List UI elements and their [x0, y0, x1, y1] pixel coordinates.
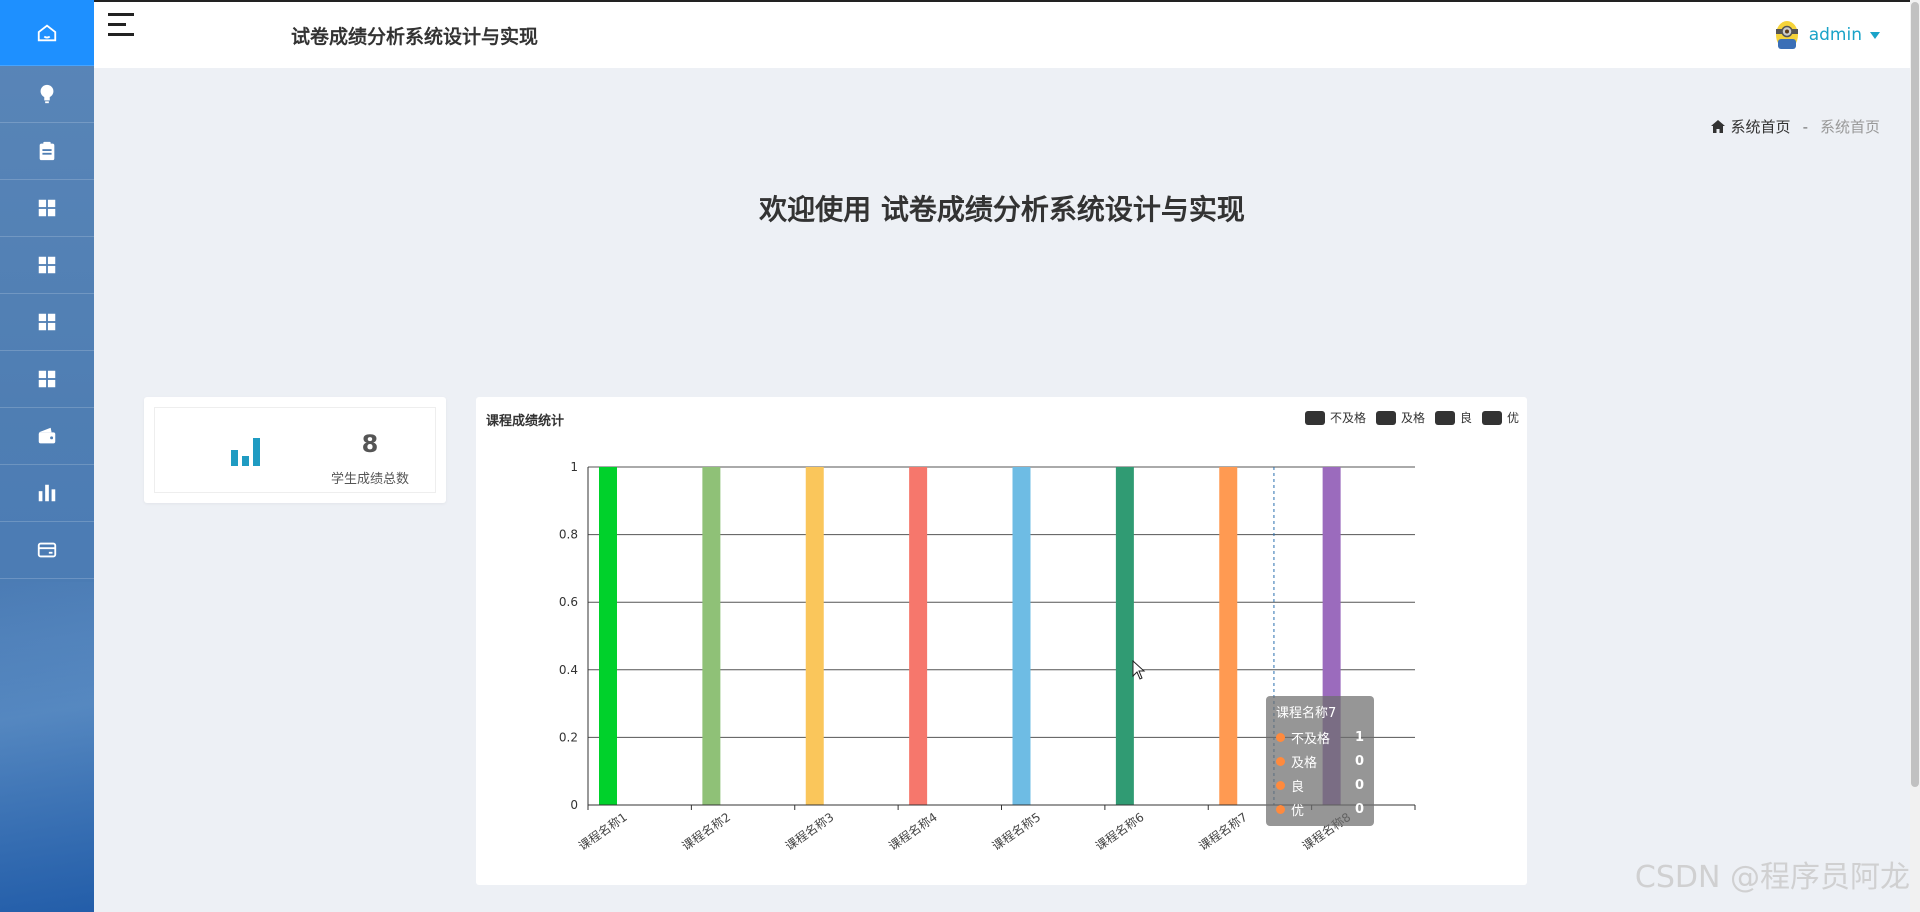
x-tick-label: 课程名称7: [1196, 809, 1250, 853]
tooltip-value: 0: [1354, 777, 1364, 793]
legend-item[interactable]: 不及格: [1304, 409, 1366, 426]
breadcrumb-home[interactable]: 系统首页: [1731, 116, 1791, 137]
sidebar-item-5[interactable]: [0, 237, 94, 294]
legend-swatch: [1375, 410, 1396, 425]
sidebar-item-7[interactable]: [0, 351, 94, 408]
breadcrumb: 系统首页 - 系统首页: [1710, 116, 1880, 137]
sidebar-item-8[interactable]: [0, 408, 94, 465]
grid-icon: [38, 370, 56, 388]
avatar: [1773, 20, 1801, 50]
bar-chart-icon: [38, 484, 56, 502]
bar: [909, 467, 928, 805]
legend-label: 不及格: [1329, 411, 1366, 425]
chart-tooltip: 课程名称7 不及格 1 及格 0 良0 优0: [1266, 696, 1374, 826]
tooltip-label: 良: [1291, 779, 1305, 795]
bar: [805, 467, 824, 805]
bar-chart-icon: [231, 438, 261, 470]
sidebar-item-9[interactable]: [0, 465, 94, 522]
y-tick-label: 0.2: [559, 730, 578, 744]
y-tick-label: 0.6: [559, 595, 578, 609]
grid-icon: [38, 313, 56, 331]
watermark: CSDN @程序员阿龙: [1634, 860, 1910, 895]
x-tick-label: 课程名称5: [989, 809, 1043, 853]
tooltip-label: 优: [1291, 803, 1305, 819]
x-tick-label: 课程名称2: [679, 809, 733, 853]
tooltip-row: 不及格 1: [1276, 725, 1364, 749]
sidebar-item-2[interactable]: [0, 66, 94, 123]
user-name: admin: [1808, 25, 1862, 45]
stat-label: 学生成绩总数: [330, 472, 409, 487]
x-tick-label: 课程名称4: [886, 809, 940, 853]
tooltip-label: 及格: [1291, 755, 1318, 771]
bar: [1012, 467, 1031, 805]
x-tick-label: 课程名称3: [782, 809, 836, 853]
legend-label: 优: [1506, 411, 1519, 425]
tooltip-value: 0: [1354, 801, 1364, 817]
welcome-heading: 欢迎使用 试卷成绩分析系统设计与实现: [759, 193, 1245, 226]
legend-item[interactable]: 优: [1481, 409, 1519, 426]
chart-title: 课程成绩统计: [486, 414, 565, 429]
grid-icon: [38, 256, 56, 274]
stat-card: 8 学生成绩总数: [144, 397, 446, 503]
lightbulb-icon: [40, 84, 54, 104]
card-icon: [37, 542, 57, 558]
menu-toggle[interactable]: [108, 12, 136, 42]
bar: [599, 467, 617, 805]
scrollbar[interactable]: [1910, 0, 1920, 912]
y-tick-label: 0.8: [559, 528, 578, 542]
tooltip-dot: [1276, 732, 1285, 742]
clipboard-icon: [39, 141, 55, 161]
legend-swatch: [1304, 410, 1325, 425]
bar: [1219, 467, 1238, 805]
wallet-icon: [38, 427, 56, 444]
hamburger-icon: [108, 13, 134, 36]
legend-item[interactable]: 及格: [1375, 409, 1425, 426]
legend-swatch: [1434, 410, 1455, 425]
legend-item[interactable]: 良: [1434, 409, 1472, 426]
sidebar-item-10[interactable]: [0, 522, 94, 579]
bar: [702, 467, 721, 805]
tooltip-value: 0: [1354, 753, 1364, 769]
tooltip-dot: [1276, 756, 1285, 766]
tooltip-row: 及格 0: [1276, 749, 1364, 773]
x-tick-label: 课程名称1: [576, 809, 630, 853]
legend-swatch: [1481, 410, 1502, 425]
x-tick-label: 课程名称6: [1092, 809, 1146, 853]
y-tick-label: 0: [570, 798, 578, 812]
tooltip-label: 不及格: [1291, 731, 1331, 747]
sidebar-item-3[interactable]: [0, 123, 94, 180]
user-menu[interactable]: admin: [1773, 20, 1880, 50]
sidebar: [0, 0, 94, 912]
home-icon: [37, 24, 57, 41]
breadcrumb-separator: -: [1802, 117, 1808, 136]
home-icon: [1710, 120, 1725, 133]
legend-label: 良: [1459, 411, 1472, 425]
scrollbar-thumb[interactable]: [1911, 2, 1919, 787]
sidebar-item-home[interactable]: [0, 0, 94, 66]
mouse-cursor-icon: [1132, 659, 1146, 684]
tooltip-dot: [1276, 804, 1285, 814]
sidebar-item-6[interactable]: [0, 294, 94, 351]
tooltip-row: 良0: [1276, 773, 1364, 797]
stat-value: 8: [361, 430, 379, 458]
tooltip-title: 课程名称7: [1276, 706, 1337, 721]
y-tick-label: 0.4: [559, 663, 578, 677]
header: 试卷成绩分析系统设计与实现 admin: [94, 0, 1920, 68]
tooltip-value: 1: [1354, 729, 1364, 745]
grid-icon: [38, 199, 56, 217]
tooltip-row: 优0: [1276, 797, 1364, 821]
y-tick-label: 1: [570, 460, 578, 474]
tooltip-dot: [1276, 780, 1285, 790]
sidebar-item-4[interactable]: [0, 180, 94, 237]
breadcrumb-current: 系统首页: [1819, 118, 1880, 136]
app-title: 试卷成绩分析系统设计与实现: [291, 26, 539, 48]
bar: [1115, 467, 1134, 805]
stat-card-inner: 8 学生成绩总数: [154, 407, 436, 493]
chart-legend: 不及格 及格 良 优: [1304, 409, 1519, 426]
caret-down-icon: [1870, 31, 1880, 39]
legend-label: 及格: [1400, 411, 1425, 425]
